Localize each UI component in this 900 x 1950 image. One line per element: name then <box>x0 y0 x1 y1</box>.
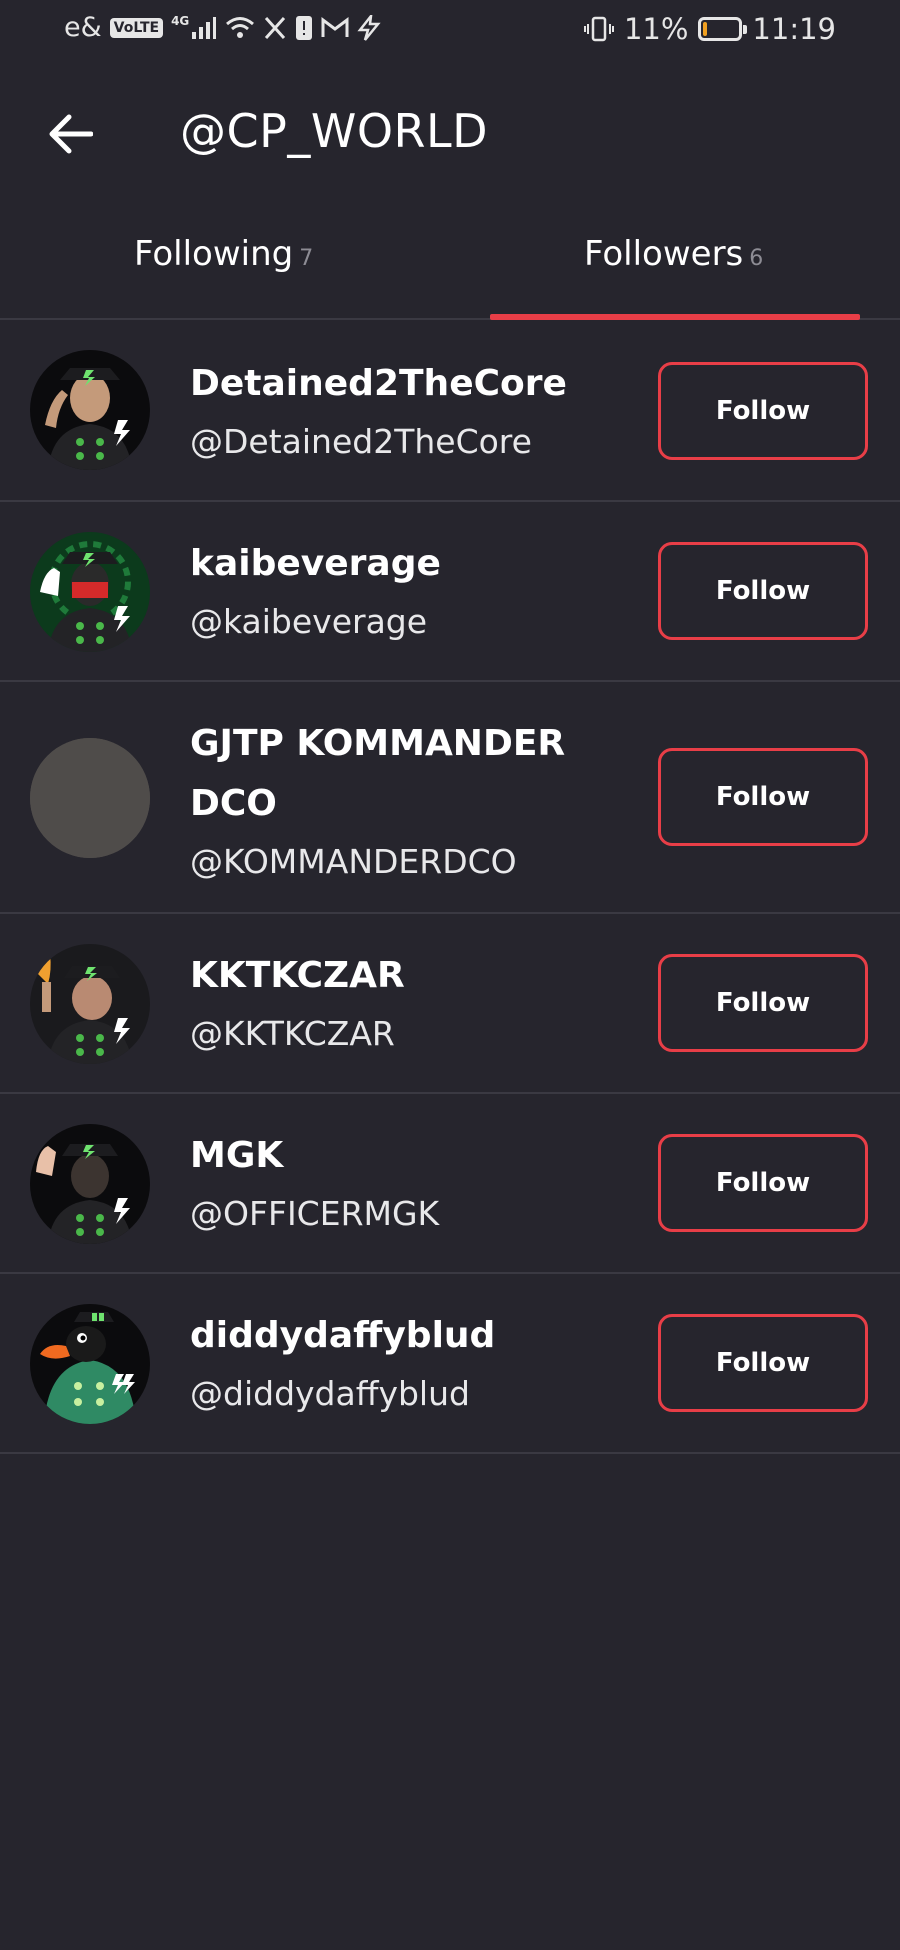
list-item[interactable]: GJTP KOMMANDER DCO @KOMMANDERDCO Follow <box>0 682 900 914</box>
list-item[interactable]: Detained2TheCore @Detained2TheCore Follo… <box>0 322 900 502</box>
display-name: Detained2TheCore <box>190 363 567 404</box>
wifi-icon <box>226 16 255 38</box>
avatar[interactable] <box>30 350 150 470</box>
display-name: MGK <box>190 1135 284 1176</box>
carrier-label: e& <box>64 12 102 43</box>
duck-officer-avatar-icon <box>30 1304 150 1424</box>
volte-badge: VoLTE <box>109 17 164 38</box>
officer-avatar-icon <box>30 350 150 470</box>
arrow-left-icon <box>49 114 93 154</box>
user-handle: @KKTKCZAR <box>190 1014 395 1053</box>
avatar[interactable] <box>30 1304 150 1424</box>
follow-button[interactable]: Follow <box>658 954 868 1052</box>
follower-info: MGK @OFFICERMGK <box>190 1126 600 1242</box>
officer-avatar-icon <box>30 532 150 652</box>
avatar[interactable] <box>30 738 150 858</box>
avatar[interactable] <box>30 532 150 652</box>
list-item[interactable]: KKTKCZAR @KKTKCZAR Follow <box>0 914 900 1094</box>
display-name: diddydaffyblud <box>190 1315 496 1356</box>
list-item[interactable]: diddydaffyblud @diddydaffyblud Follow <box>0 1274 900 1454</box>
tab-following[interactable]: Following 7 <box>134 234 313 274</box>
user-handle: @OFFICERMGK <box>190 1194 440 1233</box>
avatar[interactable] <box>30 944 150 1064</box>
battery-level <box>703 22 708 36</box>
status-bar: e& VoLTE 4G 11% 11:19 <box>0 0 900 64</box>
network-type: 4G <box>171 14 190 28</box>
status-left: e& VoLTE 4G <box>64 12 381 43</box>
page-title: @CP_WORLD <box>180 104 489 158</box>
sim-alert-icon <box>296 15 313 40</box>
x-app-icon <box>265 16 286 39</box>
display-name: kaibeverage <box>190 543 441 584</box>
follow-button[interactable]: Follow <box>658 542 868 640</box>
officer-avatar-icon <box>30 944 150 1064</box>
header: @CP_WORLD <box>0 84 900 180</box>
follower-info: KKTKCZAR @KKTKCZAR <box>190 946 600 1062</box>
vibrate-icon <box>583 16 614 42</box>
tab-following-label: Following <box>134 234 294 274</box>
status-right: 11% 11:19 <box>583 12 836 46</box>
display-name: GJTP KOMMANDER DCO <box>190 723 566 824</box>
user-handle: @Detained2TheCore <box>190 422 532 461</box>
follow-button[interactable]: Follow <box>658 748 868 846</box>
display-name: KKTKCZAR <box>190 955 405 996</box>
follower-info: diddydaffyblud @diddydaffyblud <box>190 1306 600 1422</box>
follower-info: kaibeverage @kaibeverage <box>190 534 600 650</box>
tab-followers[interactable]: Followers 6 <box>584 234 763 274</box>
officer-avatar-icon <box>30 1124 150 1244</box>
follow-button[interactable]: Follow <box>658 362 868 460</box>
tab-following-count: 7 <box>299 246 314 271</box>
signal-icon <box>192 16 217 39</box>
list-item[interactable]: MGK @OFFICERMGK Follow <box>0 1094 900 1274</box>
followers-list: Detained2TheCore @Detained2TheCore Follo… <box>0 322 900 1454</box>
bolt-icon <box>357 14 381 41</box>
battery-icon <box>698 17 748 41</box>
user-handle: @KOMMANDERDCO <box>190 842 517 881</box>
user-handle: @diddydaffyblud <box>190 1374 470 1413</box>
gmail-icon <box>321 16 349 37</box>
active-tab-indicator <box>490 314 860 320</box>
follower-info: GJTP KOMMANDER DCO @KOMMANDERDCO <box>190 714 600 890</box>
tab-followers-label: Followers <box>584 234 744 274</box>
placeholder-avatar-icon <box>30 738 150 858</box>
back-button[interactable] <box>40 106 100 162</box>
avatar[interactable] <box>30 1124 150 1244</box>
follow-button[interactable]: Follow <box>658 1314 868 1412</box>
follower-info: Detained2TheCore @Detained2TheCore <box>190 354 600 470</box>
clock: 11:19 <box>752 12 836 46</box>
user-handle: @kaibeverage <box>190 602 428 641</box>
tab-bar: Following 7 Followers 6 <box>0 210 900 320</box>
tab-followers-count: 6 <box>749 246 764 271</box>
list-item[interactable]: kaibeverage @kaibeverage Follow <box>0 502 900 682</box>
battery-percent: 11% <box>623 12 689 46</box>
follow-button[interactable]: Follow <box>658 1134 868 1232</box>
